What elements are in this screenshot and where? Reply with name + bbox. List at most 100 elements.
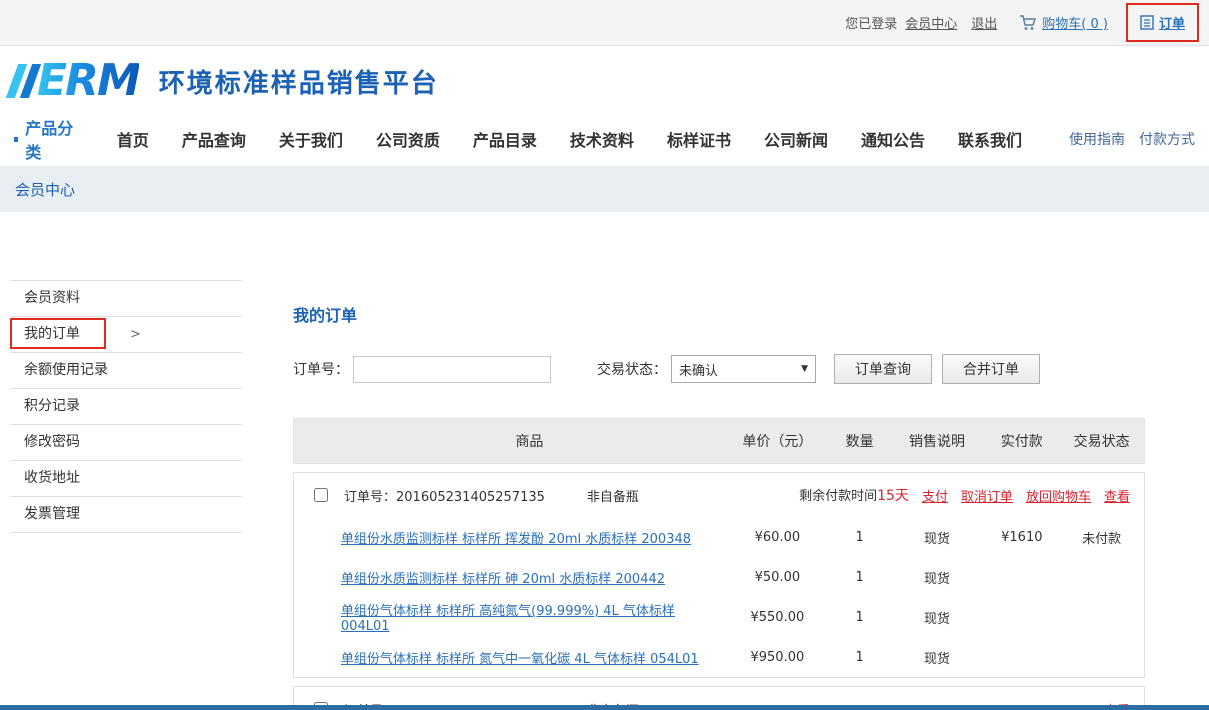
nav-item-certificates[interactable]: 标样证书 <box>667 127 731 151</box>
order-item-row: 单组份气体标样 标样所 氮气中一氧化碳 4L 气体标样 054L01 ¥950.… <box>294 637 1144 677</box>
footer-top-strip <box>0 705 1209 710</box>
nav-link-user-guide[interactable]: 使用指南 <box>1069 129 1125 149</box>
site-logo[interactable]: ERM <box>12 59 139 103</box>
logo-text: ERM <box>37 59 139 103</box>
nav-item-catalog[interactable]: 产品目录 <box>473 127 537 151</box>
header-unit-price: 单价（元） <box>725 431 830 451</box>
cart-icon <box>1019 15 1037 31</box>
member-sidebar: 会员资料 我的订单 > 余额使用记录 积分记录 修改密码 收货地址 发票管理 <box>10 280 242 533</box>
order-number-value: 201605231405257135 <box>396 490 545 505</box>
header-actual-payment: 实付款 <box>984 431 1059 451</box>
item-quantity: 1 <box>830 650 890 665</box>
order-number-label: 订单号： <box>293 359 349 379</box>
chevron-down-icon: ▼ <box>801 364 808 374</box>
nav-item-about-us[interactable]: 关于我们 <box>279 127 343 151</box>
nav-item-technical-data[interactable]: 技术资料 <box>570 127 634 151</box>
status-select-value: 未确认 <box>679 360 718 379</box>
sidebar-item-label: 余额使用记录 <box>24 362 108 378</box>
order-group: 订单号：201605231405257135 非自备瓶 剩余付款时间15天 支付… <box>293 472 1145 678</box>
product-cell: 单组份气体标样 标样所 高纯氮气(99.999%) 4L 气体标样 004L01 <box>334 600 725 634</box>
member-center-link[interactable]: 会员中心 <box>905 13 957 32</box>
product-link[interactable]: 单组份气体标样 标样所 高纯氮气(99.999%) 4L 气体标样 004L01 <box>341 604 675 634</box>
cart-link-group[interactable]: 购物车( 0 ) <box>1019 13 1108 32</box>
sidebar-item-change-password[interactable]: 修改密码 <box>10 425 242 461</box>
sidebar-item-label: 我的订单 <box>24 326 80 342</box>
pay-link[interactable]: 支付 <box>922 486 948 505</box>
logout-link[interactable]: 退出 <box>971 13 997 32</box>
item-transaction-status: 未付款 <box>1059 528 1144 547</box>
nav-item-qualifications[interactable]: 公司资质 <box>376 127 440 151</box>
item-unit-price: ¥50.00 <box>725 570 830 585</box>
order-search-button[interactable]: 订单查询 <box>834 354 932 384</box>
nav-item-company-news[interactable]: 公司新闻 <box>764 127 828 151</box>
item-unit-price: ¥950.00 <box>725 650 830 665</box>
nav-item-home[interactable]: 首页 <box>117 127 149 151</box>
item-quantity: 1 <box>830 570 890 585</box>
main-nav: 产品分类 首页 产品查询 关于我们 公司资质 产品目录 技术资料 标样证书 公司… <box>0 116 1209 162</box>
product-cell: 单组份水质监测标样 标样所 砷 20ml 水质标样 200442 <box>334 568 725 587</box>
status-label: 交易状态： <box>597 359 667 379</box>
category-bullet-icon <box>14 137 18 142</box>
order-item-row: 单组份水质监测标样 标样所 挥发酚 20ml 水质标样 200348 ¥60.0… <box>294 517 1144 557</box>
header-transaction-status: 交易状态 <box>1059 431 1144 451</box>
sidebar-item-invoice-management[interactable]: 发票管理 <box>10 497 242 533</box>
site-header: ERM 环境标准样品销售平台 <box>0 46 1209 116</box>
item-quantity: 1 <box>830 530 890 545</box>
nav-item-notices[interactable]: 通知公告 <box>861 127 925 151</box>
item-sales-note: 现货 <box>890 608 985 627</box>
header-product: 商品 <box>334 431 725 451</box>
item-actual-payment: ¥1610 <box>984 530 1059 545</box>
remaining-days: 15天 <box>877 488 909 504</box>
product-cell: 单组份水质监测标样 标样所 挥发酚 20ml 水质标样 200348 <box>334 528 725 547</box>
nav-link-payment-methods[interactable]: 付款方式 <box>1139 129 1195 149</box>
order-filter-row: 订单号： 交易状态： 未确认 ▼ 订单查询 合并订单 <box>293 354 1145 384</box>
main-panel: 我的订单 订单号： 交易状态： 未确认 ▼ 订单查询 合并订单 商品 单价（元）… <box>293 280 1145 710</box>
sidebar-item-label: 修改密码 <box>24 434 80 450</box>
breadcrumb: 会员中心 <box>15 179 75 200</box>
sidebar-item-balance-records[interactable]: 余额使用记录 <box>10 353 242 389</box>
product-link[interactable]: 单组份气体标样 标样所 氮气中一氧化碳 4L 气体标样 054L01 <box>341 652 699 667</box>
product-cell: 单组份气体标样 标样所 氮气中一氧化碳 4L 气体标样 054L01 <box>334 648 725 667</box>
order-number-prefix: 订单号： <box>344 490 396 505</box>
remaining-payment-time: 剩余付款时间15天 <box>799 485 909 505</box>
site-title: 环境标准样品销售平台 <box>159 63 439 100</box>
order-list-icon <box>1140 15 1154 30</box>
view-order-link[interactable]: 查看 <box>1104 486 1130 505</box>
cancel-order-link[interactable]: 取消订单 <box>961 486 1013 505</box>
nav-item-product-search[interactable]: 产品查询 <box>182 127 246 151</box>
sidebar-item-shipping-address[interactable]: 收货地址 <box>10 461 242 497</box>
chevron-right-indicator: > <box>130 317 141 352</box>
product-link[interactable]: 单组份水质监测标样 标样所 挥发酚 20ml 水质标样 200348 <box>341 532 691 547</box>
order-select-checkbox[interactable] <box>314 488 328 502</box>
sidebar-item-label: 发票管理 <box>24 506 80 522</box>
item-sales-note: 现货 <box>890 568 985 587</box>
item-sales-note: 现货 <box>890 648 985 667</box>
nav-item-contact-us[interactable]: 联系我们 <box>958 127 1022 151</box>
cart-link[interactable]: 购物车( 0 ) <box>1042 13 1108 32</box>
item-unit-price: ¥60.00 <box>725 530 830 545</box>
order-item-row: 单组份气体标样 标样所 高纯氮气(99.999%) 4L 气体标样 004L01… <box>294 597 1144 637</box>
sidebar-item-member-info[interactable]: 会员资料 <box>10 281 242 317</box>
item-unit-price: ¥550.00 <box>725 610 830 625</box>
sidebar-item-my-orders[interactable]: 我的订单 > <box>10 317 242 353</box>
merge-orders-button[interactable]: 合并订单 <box>942 354 1040 384</box>
item-quantity: 1 <box>830 610 890 625</box>
nav-items: 首页 产品查询 关于我们 公司资质 产品目录 技术资料 标样证书 公司新闻 通知… <box>117 127 1055 151</box>
product-link[interactable]: 单组份水质监测标样 标样所 砷 20ml 水质标样 200442 <box>341 572 665 587</box>
login-status-text: 您已登录 <box>845 13 897 32</box>
sidebar-item-points-records[interactable]: 积分记录 <box>10 389 242 425</box>
order-item-row: 单组份水质监测标样 标样所 砷 20ml 水质标样 200442 ¥50.00 … <box>294 557 1144 597</box>
page: 您已登录 会员中心 退出 购物车( 0 ) 订单 ERM <box>0 0 1209 710</box>
sidebar-item-label: 收货地址 <box>24 470 80 486</box>
order-number-input[interactable] <box>353 356 551 383</box>
return-to-cart-link[interactable]: 放回购物车 <box>1026 486 1091 505</box>
orders-link[interactable]: 订单 <box>1159 13 1185 32</box>
breadcrumb-bar: 会员中心 <box>0 166 1209 212</box>
sidebar-item-label: 会员资料 <box>24 290 80 306</box>
sidebar-item-label: 积分记录 <box>24 398 80 414</box>
top-utility-bar: 您已登录 会员中心 退出 购物车( 0 ) 订单 <box>0 0 1209 46</box>
nav-product-category[interactable]: 产品分类 <box>14 115 79 163</box>
status-select[interactable]: 未确认 ▼ <box>671 355 816 383</box>
order-group-header: 订单号：201605231405257135 非自备瓶 剩余付款时间15天 支付… <box>294 473 1144 517</box>
header-sales-note: 销售说明 <box>890 431 985 451</box>
